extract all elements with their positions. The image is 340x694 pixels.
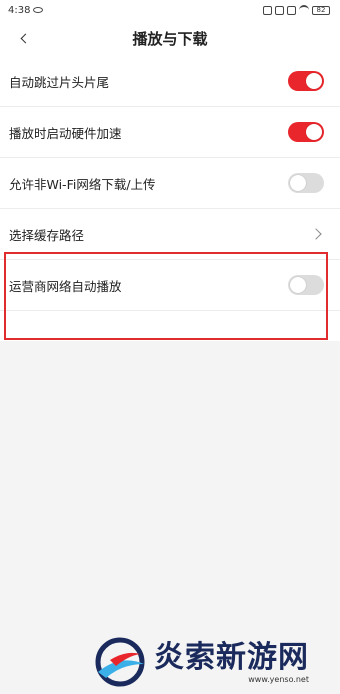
setting-label: 自动跳过片头片尾 xyxy=(9,74,110,90)
toggle-switch[interactable] xyxy=(288,173,324,193)
setting-non-wifi-download[interactable]: 允许非Wi-Fi网络下载/上传 xyxy=(0,158,340,209)
eye-icon xyxy=(33,7,44,13)
setting-label: 播放时启动硬件加速 xyxy=(9,125,122,141)
battery-icon: 82 xyxy=(312,5,330,15)
back-button[interactable] xyxy=(14,29,32,47)
toggle-knob xyxy=(306,124,322,140)
watermark-logo-icon xyxy=(92,634,148,690)
status-bar: 4:38 82 xyxy=(0,0,340,20)
toggle-switch[interactable] xyxy=(288,71,324,91)
chevron-right-icon xyxy=(310,228,322,240)
setting-label: 选择缓存路径 xyxy=(9,227,85,243)
watermark: 炎索新游网 www.yenso.net xyxy=(92,632,338,692)
setting-hardware-acceleration[interactable]: 播放时启动硬件加速 xyxy=(0,107,340,158)
setting-label: 允许非Wi-Fi网络下载/上传 xyxy=(9,176,156,192)
highlight-box xyxy=(4,252,328,340)
watermark-url: www.yenso.net xyxy=(248,674,309,684)
header: 播放与下载 xyxy=(0,20,340,56)
nfc-icon xyxy=(263,5,272,15)
toggle-knob xyxy=(306,73,322,89)
toggle-knob xyxy=(290,175,306,191)
watermark-title: 炎索新游网 xyxy=(154,639,309,675)
vibrate-icon xyxy=(287,5,296,15)
chevron-left-icon xyxy=(20,33,30,43)
setting-skip-intro[interactable]: 自动跳过片头片尾 xyxy=(0,56,340,107)
toggle-switch[interactable] xyxy=(288,122,324,142)
mute-icon xyxy=(275,5,284,15)
page-title: 播放与下载 xyxy=(132,29,208,48)
wifi-icon xyxy=(299,5,309,15)
status-time: 4:38 xyxy=(8,4,31,16)
